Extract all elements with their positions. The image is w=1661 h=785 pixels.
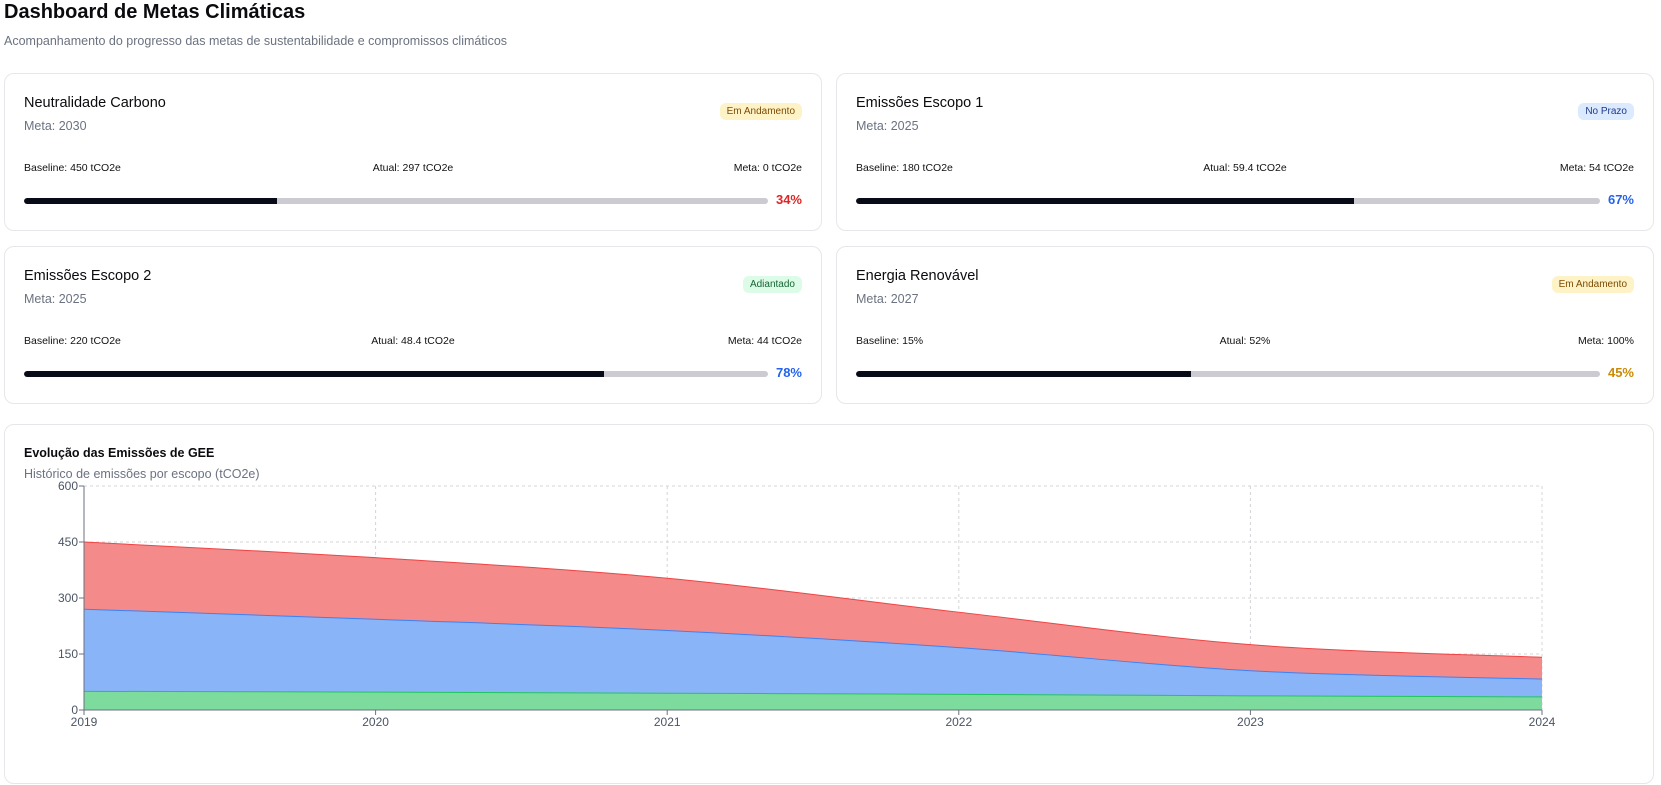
progress-percent: 34%	[775, 192, 802, 207]
goal-card-carbon-neutrality: Neutralidade Carbono Meta: 2030 Em Andam…	[4, 73, 822, 231]
page-subtitle: Acompanhamento do progresso das metas de…	[4, 34, 508, 48]
target-value: Meta: 100%	[1577, 335, 1634, 347]
status-badge: Em Andamento	[719, 103, 802, 120]
goal-card-renewable-energy: Energia Renovável Meta: 2027 Em Andament…	[836, 246, 1654, 404]
progress-fill	[24, 198, 277, 204]
status-badge: Em Andamento	[1551, 276, 1634, 293]
progress-track	[856, 371, 1600, 377]
x-tick-label: 2020	[362, 715, 389, 729]
y-tick-label: 300	[58, 591, 78, 605]
current-value: Atual: 52%	[1219, 335, 1271, 347]
current-value: Atual: 59.4 tCO2e	[1203, 162, 1287, 174]
dashboard-page: Dashboard de Metas Climáticas Acompanham…	[0, 0, 1661, 784]
x-tick-label: 2021	[654, 715, 681, 729]
y-tick-label: 150	[58, 647, 78, 661]
baseline-value: Baseline: 220 tCO2e	[24, 335, 121, 347]
x-tick-label: 2022	[945, 715, 972, 729]
emissions-chart-card: Evolução das Emissões de GEE Histórico d…	[4, 424, 1654, 784]
goal-name: Emissões Escopo 1	[856, 95, 984, 111]
x-tick-label: 2019	[71, 715, 98, 729]
goal-name: Energia Renovável	[856, 268, 979, 284]
emissions-area-chart: 01503004506002019 2020 2021 2022 2023 2024	[58, 479, 1556, 729]
current-value: Atual: 48.4 tCO2e	[371, 335, 455, 347]
page-title: Dashboard de Metas Climáticas	[4, 1, 306, 23]
status-badge: Adiantado	[742, 276, 802, 293]
goal-card-scope-2: Emissões Escopo 2 Meta: 2025 Adiantado B…	[4, 246, 822, 404]
goal-target-year: Meta: 2030	[24, 119, 87, 133]
target-value: Meta: 0 tCO2e	[733, 162, 802, 174]
target-value: Meta: 44 tCO2e	[727, 335, 802, 347]
goal-card-scope-1: Emissões Escopo 1 Meta: 2025 No Prazo Ba…	[836, 73, 1654, 231]
progress-percent: 67%	[1607, 192, 1634, 207]
baseline-value: Baseline: 450 tCO2e	[24, 162, 121, 174]
y-tick-label: 450	[58, 535, 78, 549]
progress-fill	[856, 371, 1191, 377]
progress-fill	[24, 371, 605, 377]
goal-target-year: Meta: 2025	[856, 119, 919, 133]
current-value: Atual: 297 tCO2e	[372, 162, 454, 174]
progress-percent: 78%	[775, 365, 802, 380]
progress-track	[856, 198, 1600, 204]
baseline-value: Baseline: 15%	[856, 335, 924, 347]
progress-track	[24, 198, 768, 204]
status-badge: No Prazo	[1578, 103, 1634, 120]
progress-track	[24, 371, 768, 377]
goal-name: Neutralidade Carbono	[24, 95, 166, 111]
y-tick-label: 600	[58, 479, 78, 493]
target-value: Meta: 54 tCO2e	[1559, 162, 1634, 174]
x-tick-label: 2023	[1237, 715, 1264, 729]
baseline-value: Baseline: 180 tCO2e	[856, 162, 953, 174]
goal-target-year: Meta: 2027	[856, 292, 919, 306]
progress-percent: 45%	[1607, 365, 1634, 380]
goal-name: Emissões Escopo 2	[24, 268, 152, 284]
goal-target-year: Meta: 2025	[24, 292, 87, 306]
progress-fill	[856, 198, 1355, 204]
x-tick-label: 2024	[1529, 715, 1556, 729]
